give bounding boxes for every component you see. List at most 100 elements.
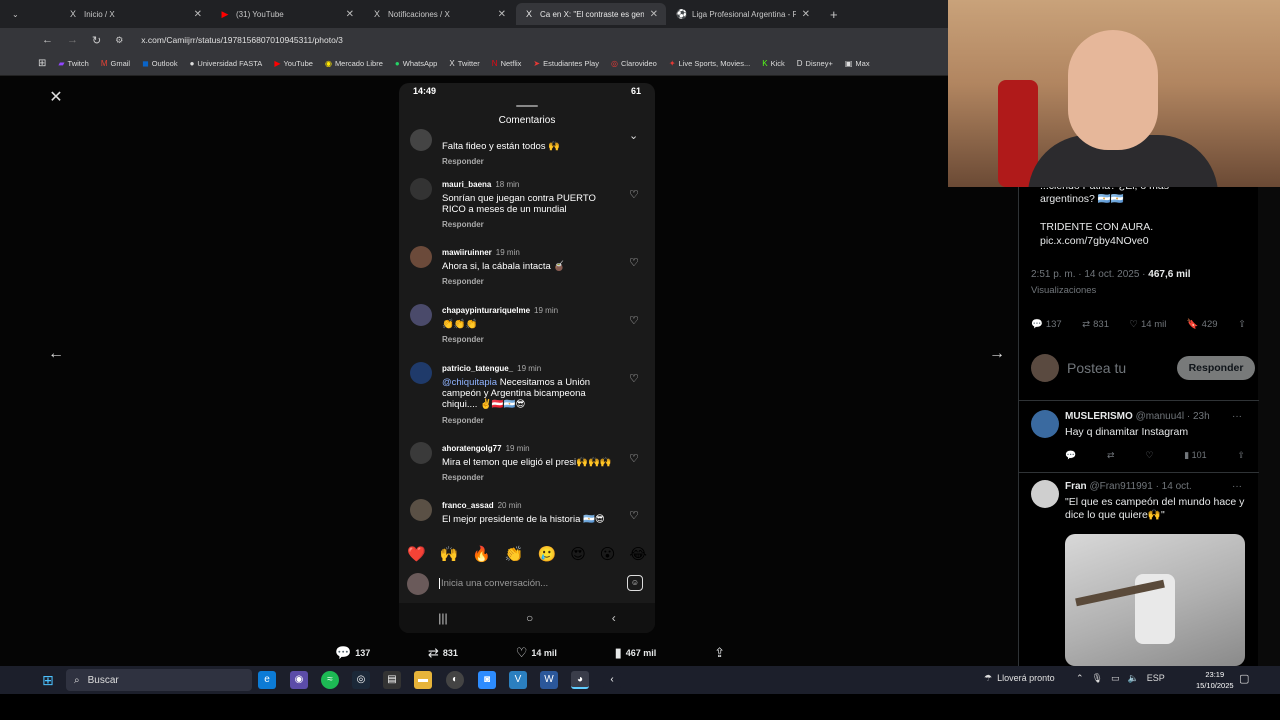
username: chapaypinturariquelme (442, 306, 531, 315)
reply-button[interactable]: 💬 137 (335, 643, 370, 663)
comment-text: Falta fideo y están todos 🙌 (442, 141, 560, 152)
bookmark[interactable]: X Twitter (449, 59, 479, 68)
reply-input[interactable]: Postea tu (1067, 360, 1126, 376)
close-icon[interactable]: ✕ (346, 9, 354, 20)
reply-count: 137 (355, 648, 371, 658)
discord-icon[interactable]: ◉ (290, 671, 308, 689)
reply-submit-button[interactable]: Responder (1177, 356, 1255, 380)
back-icon[interactable]: ← (42, 34, 53, 46)
heart-icon[interactable]: ♡ (1145, 450, 1153, 461)
bookmark[interactable]: ▶ YouTube (274, 59, 313, 68)
browser-tab-active[interactable]: X Ca en X: "El contraste es genial ✕ (516, 3, 666, 25)
bookmark[interactable]: K Kick (762, 59, 785, 68)
taskbar-search[interactable]: ⌕ Buscar (66, 669, 252, 691)
quote-link[interactable]: pic.x.com/7gby4NOve0 (1040, 235, 1149, 248)
url-field[interactable]: x.com/Camiijrr/status/197815680701094531… (141, 35, 343, 45)
reload-icon[interactable]: ↻ (92, 34, 101, 47)
bookmark[interactable]: ● Universidad FASTA (190, 59, 263, 68)
network-icon[interactable]: ▭ (1111, 673, 1120, 684)
share-button[interactable]: ⇪ (1238, 319, 1246, 330)
language-indicator[interactable]: ESP (1147, 673, 1165, 684)
bookmark[interactable]: ◎ Clarovideo (611, 59, 657, 68)
avatar (410, 178, 432, 200)
new-tab-button[interactable]: + (822, 3, 846, 25)
bookmark[interactable]: M Gmail (101, 59, 130, 68)
spotify-icon[interactable]: ≈ (321, 671, 339, 689)
comments-title: Comentarios (498, 115, 556, 126)
reaction-heart-eyes: 😍 (570, 546, 586, 563)
tab-title: Ca en X: "El contraste es genial (540, 9, 644, 19)
search-placeholder: Buscar (87, 674, 119, 686)
repost-icon: ⇄ (1082, 319, 1091, 330)
bookmark[interactable]: ◉ Mercado Libre (325, 59, 383, 68)
word-icon[interactable]: W (540, 671, 558, 689)
comment-text: Sonrían que juegan contra PUERTO RICO a … (442, 193, 596, 215)
folder-icon[interactable]: ▬ (414, 671, 432, 689)
avatar (1031, 354, 1059, 382)
weather-widget[interactable]: ☂ Lloverá pronto (984, 673, 1055, 684)
close-icon[interactable]: ✕ (498, 9, 506, 20)
browser-tab[interactable]: X Notificaciones / X ✕ (364, 3, 514, 25)
browser-tab[interactable]: ⚽ Liga Profesional Argentina - PO ✕ (668, 3, 818, 25)
like-button[interactable]: ♡ 14 mil (1129, 319, 1166, 330)
reply-button[interactable]: 💬 137 (1031, 319, 1062, 330)
close-icon[interactable]: ✕ (802, 9, 810, 20)
next-photo-icon[interactable]: → (983, 340, 1011, 368)
phone-battery: 61 (630, 86, 641, 96)
repost-button[interactable]: ⇄ 831 (428, 643, 458, 663)
close-icon[interactable]: ✕ (650, 9, 658, 20)
bookmark-button[interactable]: 🔖 429 (1187, 319, 1218, 330)
previous-photo-icon[interactable]: ← (42, 340, 70, 368)
x-logo-icon: X (69, 9, 76, 19)
vscode-icon[interactable]: V (509, 671, 527, 689)
zoom-icon[interactable]: ◙ (478, 671, 496, 689)
notification-icon[interactable]: ▢ (1239, 672, 1249, 685)
close-icon[interactable]: ✕ (194, 9, 202, 20)
bookmark[interactable]: ◼ Outlook (142, 59, 178, 68)
bookmark-label: Live Sports, Movies... (678, 59, 751, 68)
microphone-icon[interactable]: 🎙 (1092, 673, 1103, 684)
more-icon[interactable]: ··· (1232, 481, 1242, 492)
chrome-icon[interactable]: ◕ (571, 671, 589, 689)
reaction-clap: 👏 (504, 546, 524, 563)
share-button[interactable]: ⇪ (714, 643, 725, 663)
site-info-icon[interactable]: ⚙ (115, 35, 123, 46)
views-button[interactable]: ▮ 467 mil (615, 643, 657, 663)
app-icon[interactable]: ▤ (383, 671, 401, 689)
repost-button[interactable]: ⇄ 831 (1082, 319, 1109, 330)
bookmark[interactable]: ▣ Max (845, 59, 870, 68)
reaction-tear: 🥲 (537, 546, 557, 563)
handle: @Fran911991 · 14 oct. (1089, 481, 1192, 492)
bookmark[interactable]: ● WhatsApp (395, 59, 437, 68)
repost-icon[interactable]: ⇄ (1107, 450, 1115, 461)
obs-icon[interactable]: ◐ (446, 671, 464, 689)
browser-tab[interactable]: ▶ (31) YouTube ✕ (212, 3, 362, 25)
chevron-up-icon[interactable]: ⌃ (1076, 673, 1084, 684)
edge-icon[interactable]: e (258, 671, 276, 689)
bookmark[interactable]: ▰ Twitch (58, 59, 88, 68)
webcam-overlay (948, 0, 1280, 187)
bookmark[interactable]: ✦ Live Sports, Movies... (669, 59, 750, 68)
like-button[interactable]: ♡ 14 mil (516, 643, 557, 663)
browser-tab[interactable]: X Inicio / X ✕ (60, 3, 210, 25)
tweet-image[interactable] (1065, 534, 1245, 666)
forward-icon[interactable]: → (67, 34, 78, 46)
more-icon[interactable]: ··· (1232, 411, 1242, 422)
volume-icon[interactable]: 🔈 (1128, 673, 1139, 684)
bookmark[interactable]: N Netflix (492, 59, 522, 68)
capcut-icon[interactable]: ‹ (603, 671, 621, 689)
share-icon[interactable]: ⇪ (1237, 450, 1245, 461)
heart-icon: ♡ (629, 257, 639, 269)
apps-icon[interactable]: ⊞ (38, 58, 46, 69)
twitch-icon: ▰ (58, 59, 65, 68)
steam-icon[interactable]: ◎ (352, 671, 370, 689)
comment-icon[interactable]: 💬 (1065, 450, 1076, 461)
tab-search-button[interactable]: ⌄ (4, 3, 38, 25)
windows-start-icon[interactable]: ⊞ (42, 672, 58, 688)
views-button[interactable]: ▮ 101 (1184, 450, 1206, 461)
close-icon[interactable]: ✕ (42, 84, 70, 112)
bookmark-label: Gmail (110, 59, 131, 68)
clock[interactable]: 23:19 15/10/2025 (1196, 669, 1234, 691)
bookmark[interactable]: D Disney+ (797, 59, 833, 68)
bookmark[interactable]: ➤ Estudiantes Play (533, 59, 599, 68)
